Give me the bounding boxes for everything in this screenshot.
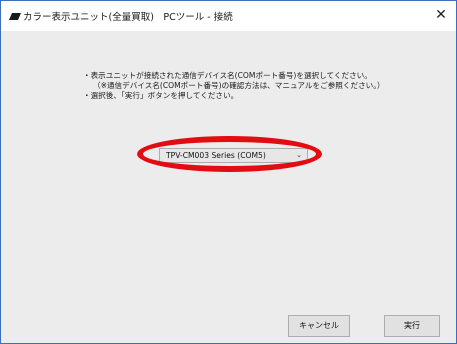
dialog-body: ・表示ユニットが接続された通信デバイス名(COMポート番号)を選択してください。… [1,31,456,343]
instruction-line-1: ・表示ユニットが接続された通信デバイス名(COMポート番号)を選択してください。 [83,71,372,80]
instruction-line-3: ・選択後、「実行」ボタンを押してください。 [83,91,239,101]
connect-dialog: カラー表示ユニット(全量買取) PCツール - 接続 ✕ ・表示ユニットが接続さ… [0,0,457,344]
cancel-button[interactable]: キャンセル [288,315,350,337]
run-button[interactable]: 実行 [384,315,440,337]
app-icon [9,13,21,20]
title-bar: カラー表示ユニット(全量買取) PCツール - 接続 ✕ [1,1,456,31]
instruction-line-2: （※通信デバイス名(COMポート番号)の確認方法は、マニュアルをご参照ください。… [93,81,385,91]
instructions-text: ・表示ユニットが接続された通信デバイス名(COMポート番号)を選択してください。… [83,71,385,102]
window-title: カラー表示ユニット(全量買取) PCツール - 接続 [23,12,233,23]
close-icon[interactable]: ✕ [432,6,450,24]
highlight-ring [137,136,322,172]
